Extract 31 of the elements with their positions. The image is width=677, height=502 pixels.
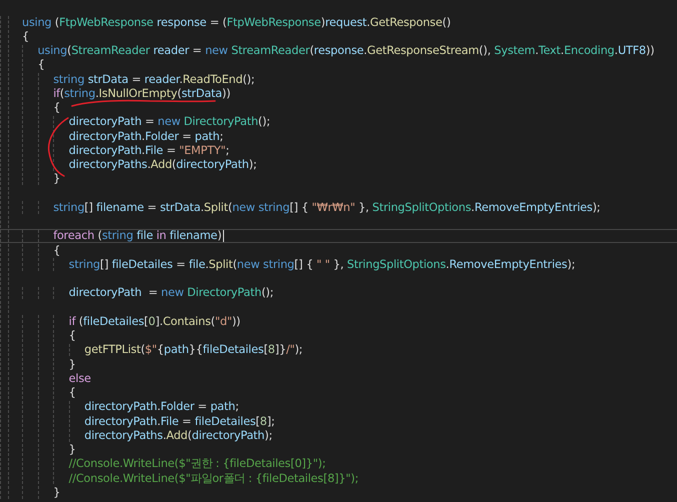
code-line: directoryPaths.Add(directoryPath); xyxy=(68,158,257,172)
code-line: if (fileDetailes[0].Contains("d")) xyxy=(68,314,240,328)
code-line: { xyxy=(22,30,29,43)
code-line: using (FtpWebResponse response = (FtpWebResponse)request.GetResponse() xyxy=(22,16,451,29)
code-line: using(StreamReader reader = new StreamReader(response.GetResponseStream(), System.Text.Encoding.UTF8)) xyxy=(38,44,654,58)
code-line: } xyxy=(68,358,76,371)
code-line: if(string.IsNullOrEmpty(strData)) xyxy=(53,86,230,100)
code-line: string strData = reader.ReadToEnd(); xyxy=(53,72,255,86)
code-line: directoryPath.File = fileDetailes[8]; xyxy=(84,414,275,428)
code-line: string[] filename = strData.Split(new string[] { "₩r₩n" }, StringSplitOptions.RemoveEmptyEntries); xyxy=(53,200,600,214)
code-line: } xyxy=(53,486,60,499)
code-line: { xyxy=(53,244,60,257)
code-line: getFTPList($"{path}{fileDetailes[8]}/"); xyxy=(84,343,303,356)
code-line: { xyxy=(53,101,60,114)
code-line: string[] fileDetailes = file.Split(new string[] { " " }, StringSplitOptions.RemoveEmptyEntries); xyxy=(68,258,576,271)
text-cursor xyxy=(222,230,224,242)
code-line: { xyxy=(38,58,45,72)
code-line: directoryPath.File = "EMPTY"; xyxy=(68,144,230,157)
code-line: directoryPath = new DirectoryPath(); xyxy=(68,286,274,300)
code-line: directoryPath.Folder = path; xyxy=(84,400,239,414)
code-line: } xyxy=(68,443,76,456)
code-line: //Console.WriteLine($"파일or폴더 : {fileDetailes[8]}"); xyxy=(68,470,358,486)
code-line: directoryPath = new DirectoryPath(); xyxy=(68,115,270,128)
code-line: directoryPath.Folder = path; xyxy=(68,130,224,143)
code-line: //Console.WriteLine($"권한 : {fileDetailes[0]}"); xyxy=(68,456,326,472)
code-line: else xyxy=(68,372,91,385)
code-line: directoryPaths.Add(directoryPath); xyxy=(84,428,272,442)
code-line: } xyxy=(53,172,60,186)
code-line: foreach (string file in filename) xyxy=(53,229,222,242)
code-line: { xyxy=(68,386,76,400)
code-line: { xyxy=(68,329,76,342)
